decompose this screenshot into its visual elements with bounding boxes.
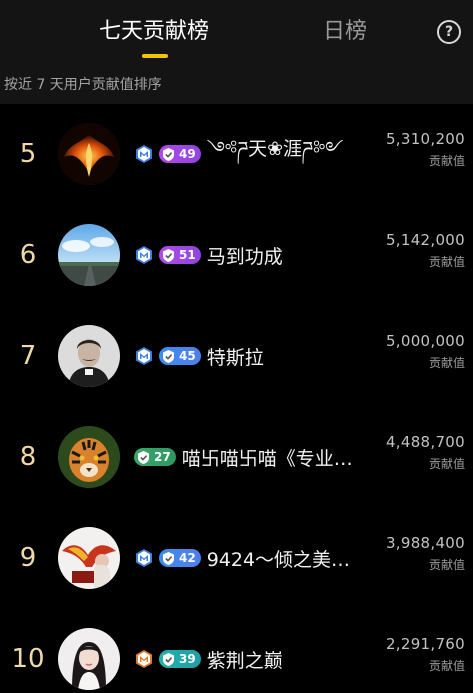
membership-icon [134, 144, 159, 164]
level-badge: 42 [159, 549, 201, 567]
contribution-label: 贡献值 [428, 356, 465, 370]
girl-avatar[interactable] [58, 628, 120, 690]
leaderboard-page: 七天贡献榜 日榜 ? 按近 7 天用户贡献值排序 5 49 ༺ཌ天❀涯ཌ༻ 5,31… [0, 0, 473, 693]
road-sky-avatar[interactable] [58, 224, 120, 286]
contribution-label: 贡献值 [428, 154, 465, 168]
contribution-score: 5,142,000 [385, 231, 465, 249]
level-badge: 49 [159, 145, 201, 163]
ranking-row[interactable]: 8 27 喵卐喵卐喵《专业… 4,488,700 贡献值 [0, 407, 473, 507]
rank-number: 5 [19, 139, 37, 169]
level-number: 45 [179, 349, 196, 363]
tab-seven-day-ranking[interactable]: 七天贡献榜 [92, 14, 216, 54]
user-name[interactable]: 紫荆之巅 [207, 646, 283, 673]
level-badge: 51 [159, 246, 201, 264]
user-name[interactable]: 特斯拉 [207, 343, 264, 370]
ranking-row[interactable]: 7 45 特斯拉 5,000,000 贡献值 [0, 306, 473, 406]
level-number: 42 [179, 551, 196, 565]
contribution-score: 3,988,400 [385, 534, 465, 552]
membership-icon [134, 245, 159, 265]
rank-number: 10 [11, 644, 45, 674]
help-icon[interactable]: ? [437, 20, 461, 44]
portrait-avatar[interactable] [58, 325, 120, 387]
level-badge: 39 [159, 650, 201, 668]
shield-check-icon [161, 147, 179, 162]
user-badges: 27 喵卐喵卐喵《专业… [134, 447, 353, 470]
level-number: 49 [179, 147, 196, 161]
subtitle-bar: 按近 7 天用户贡献值排序 [0, 70, 473, 104]
phoenix-avatar[interactable] [58, 123, 120, 185]
user-badges: 51 马到功成 [134, 245, 283, 268]
ranking-row[interactable]: 9 42 9424～倾之美… 3,988,400 贡献值 [0, 508, 473, 608]
user-name[interactable]: 9424～倾之美… [207, 545, 350, 572]
contribution-score: 5,000,000 [385, 332, 465, 350]
level-badge: 45 [159, 347, 201, 365]
contribution-score: 4,488,700 [385, 433, 465, 451]
contribution-label: 贡献值 [428, 255, 465, 269]
user-badges: 39 紫荆之巅 [134, 649, 283, 672]
contribution-label: 贡献值 [428, 457, 465, 471]
ranking-row[interactable]: 5 49 ༺ཌ天❀涯ཌ༻ 5,310,200 贡献值 [0, 104, 473, 204]
shield-check-icon [161, 551, 179, 566]
membership-icon [134, 649, 159, 669]
user-badges: 42 9424～倾之美… [134, 548, 350, 571]
user-name[interactable]: 喵卐喵卐喵《专业… [182, 444, 353, 471]
header-bar: 七天贡献榜 日榜 ? [0, 0, 473, 70]
rank-number: 6 [19, 240, 37, 270]
contribution-score: 5,310,200 [385, 130, 465, 148]
rank-number: 7 [19, 341, 37, 371]
rank-number: 8 [19, 442, 37, 472]
membership-icon [134, 346, 159, 366]
ranking-row[interactable]: 10 39 紫荆之巅 2,291,760 贡献值 [0, 609, 473, 693]
tab-daily-ranking[interactable]: 日榜 [314, 14, 376, 54]
level-number: 39 [179, 652, 196, 666]
ranking-description: 按近 7 天用户贡献值排序 [4, 77, 162, 93]
user-name[interactable]: 马到功成 [207, 242, 283, 269]
eagle-avatar[interactable] [58, 527, 120, 589]
user-name[interactable]: ༺ཌ天❀涯ཌ༻ [207, 127, 344, 181]
contribution-score: 2,291,760 [385, 635, 465, 653]
shield-check-icon [161, 248, 179, 263]
active-tab-indicator [142, 54, 168, 58]
contribution-label: 贡献值 [428, 659, 465, 673]
shield-check-icon [136, 450, 154, 465]
shield-check-icon [161, 349, 179, 364]
level-number: 51 [179, 248, 196, 262]
ranking-row[interactable]: 6 51 马到功成 5,142,000 贡献值 [0, 205, 473, 305]
shield-check-icon [161, 652, 179, 667]
user-badges: 49 ༺ཌ天❀涯ཌ༻ [134, 138, 343, 164]
rank-number: 9 [19, 543, 37, 573]
tiger-avatar[interactable] [58, 426, 120, 488]
level-badge: 27 [134, 448, 176, 466]
contribution-label: 贡献值 [428, 558, 465, 572]
user-badges: 45 特斯拉 [134, 346, 264, 369]
membership-icon [134, 548, 159, 568]
level-number: 27 [154, 450, 171, 464]
